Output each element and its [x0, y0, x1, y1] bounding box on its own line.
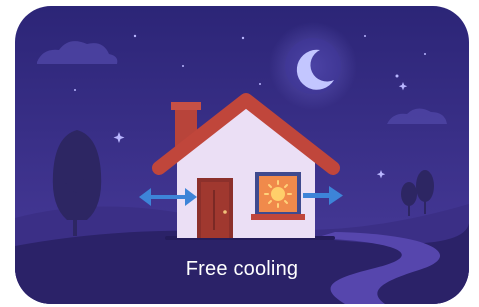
moon-icon — [269, 22, 357, 110]
sun-icon — [264, 180, 292, 208]
free-cooling-tile[interactable]: Free cooling — [15, 6, 469, 304]
tile-label: Free cooling — [185, 258, 299, 280]
